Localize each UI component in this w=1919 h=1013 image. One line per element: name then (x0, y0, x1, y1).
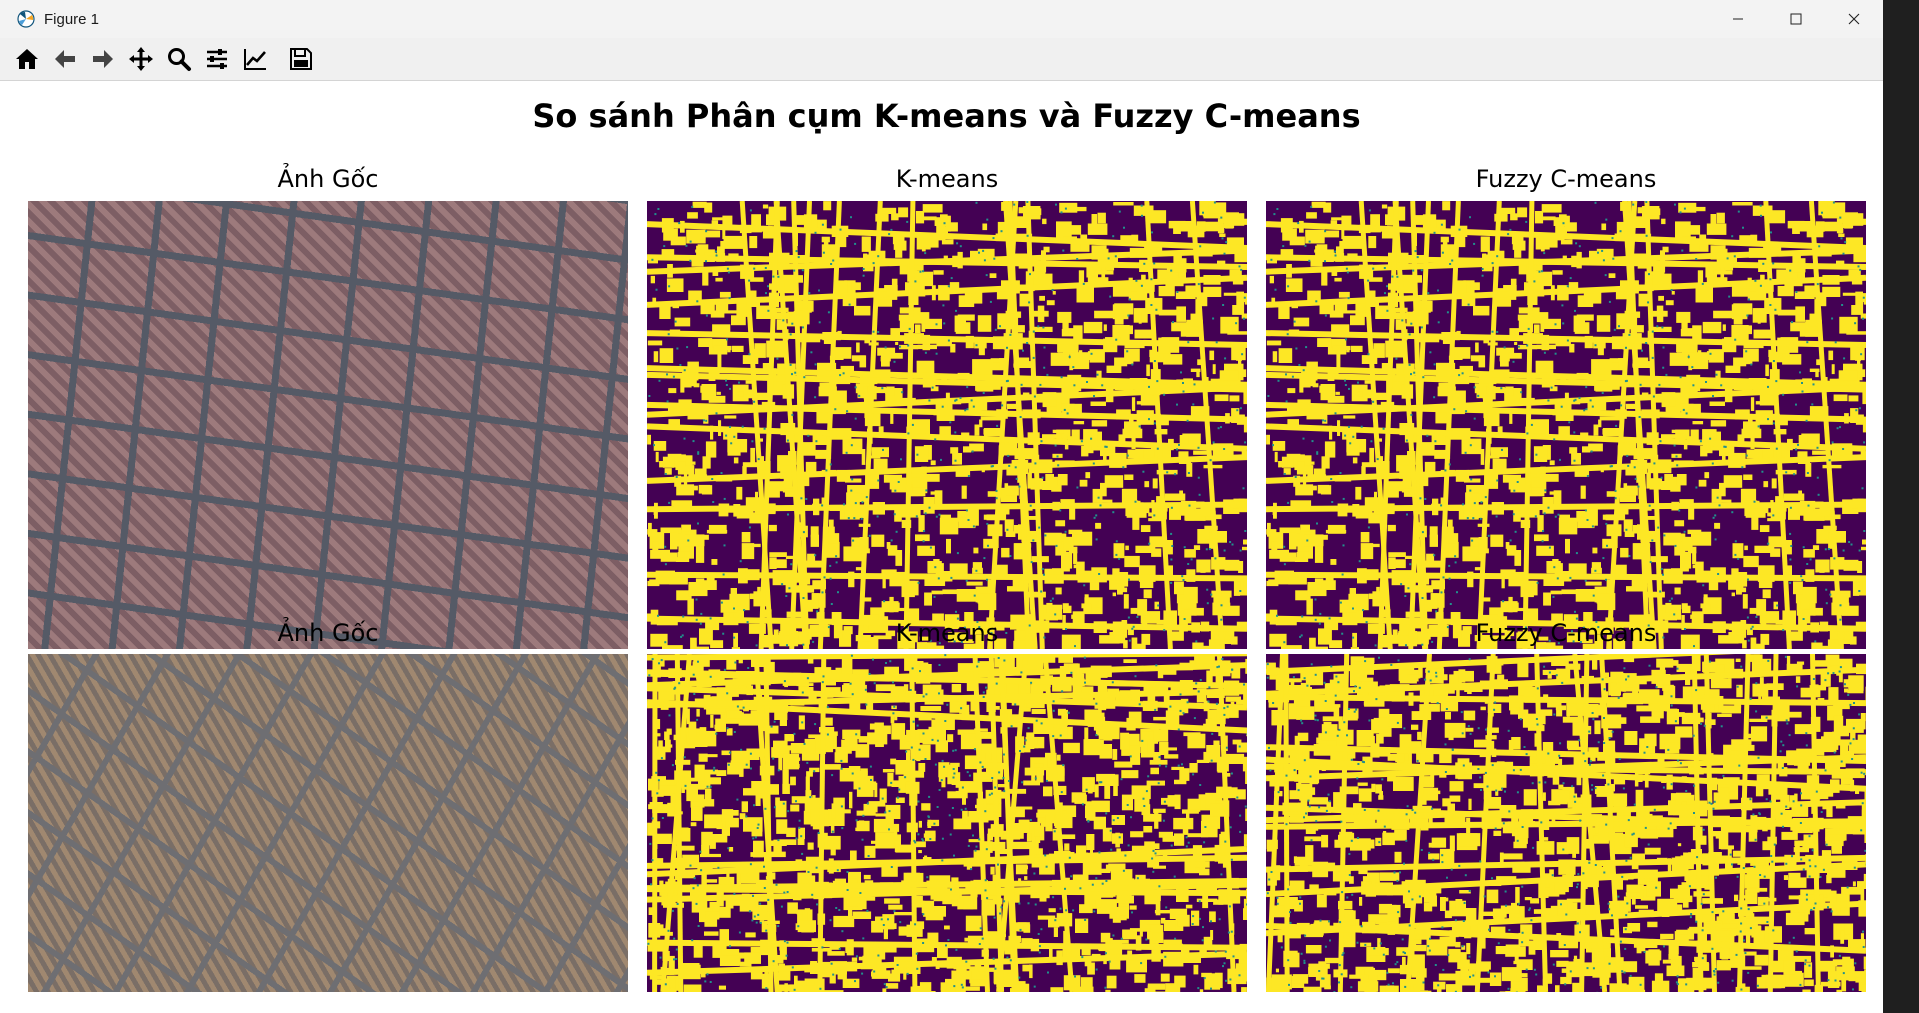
navigation-toolbar (0, 38, 1883, 81)
save-icon (290, 48, 312, 70)
figure-suptitle: So sánh Phân cụm K-means và Fuzzy C-mean… (532, 97, 1361, 135)
edit-axis-icon (244, 49, 266, 70)
configure-subplots-icon (207, 49, 227, 69)
edit-axis-button[interactable] (236, 41, 274, 77)
save-button[interactable] (282, 41, 320, 77)
minimize-icon (1733, 18, 1743, 20)
maximize-button[interactable] (1767, 0, 1825, 38)
original-image-1 (28, 201, 628, 649)
close-icon (1848, 13, 1860, 25)
fuzzy-image-2 (1266, 654, 1866, 992)
zoom-icon (168, 48, 191, 71)
pan-button[interactable] (122, 41, 160, 77)
title-fuzzy-row1: Fuzzy C-means (1475, 165, 1657, 193)
back-icon (55, 50, 75, 68)
zoom-button[interactable] (160, 41, 198, 77)
title-original-row1: Ảnh Gốc (277, 165, 379, 193)
minimize-button[interactable] (1709, 0, 1767, 38)
title-kmeans-row1: K-means (895, 165, 999, 193)
figure-canvas[interactable]: So sánh Phân cụm K-means và Fuzzy C-mean… (10, 81, 1883, 1013)
configure-subplots-button[interactable] (198, 41, 236, 77)
kmeans-image-1 (647, 201, 1247, 649)
background-window-edge (1883, 0, 1919, 1013)
maximize-icon (1790, 13, 1802, 25)
window-title: Figure 1 (44, 10, 100, 28)
home-icon (16, 49, 38, 69)
pan-icon (129, 47, 153, 71)
kmeans-image-2 (647, 654, 1247, 992)
fuzzy-image-1 (1266, 201, 1866, 649)
figure-window: Figure 1 So sánh Phân cụm K-means và Fuz… (0, 0, 1883, 1013)
home-button[interactable] (8, 41, 46, 77)
original-image-2 (28, 654, 628, 992)
forward-icon (93, 50, 113, 68)
back-button[interactable] (46, 41, 84, 77)
close-button[interactable] (1825, 0, 1883, 38)
title-bar: Figure 1 (0, 0, 1883, 38)
title-kmeans-row2: K-means (895, 619, 999, 647)
title-original-row2: Ảnh Gốc (277, 619, 379, 647)
forward-button[interactable] (84, 41, 122, 77)
title-fuzzy-row2: Fuzzy C-means (1475, 619, 1657, 647)
matplotlib-app-icon (17, 10, 35, 28)
